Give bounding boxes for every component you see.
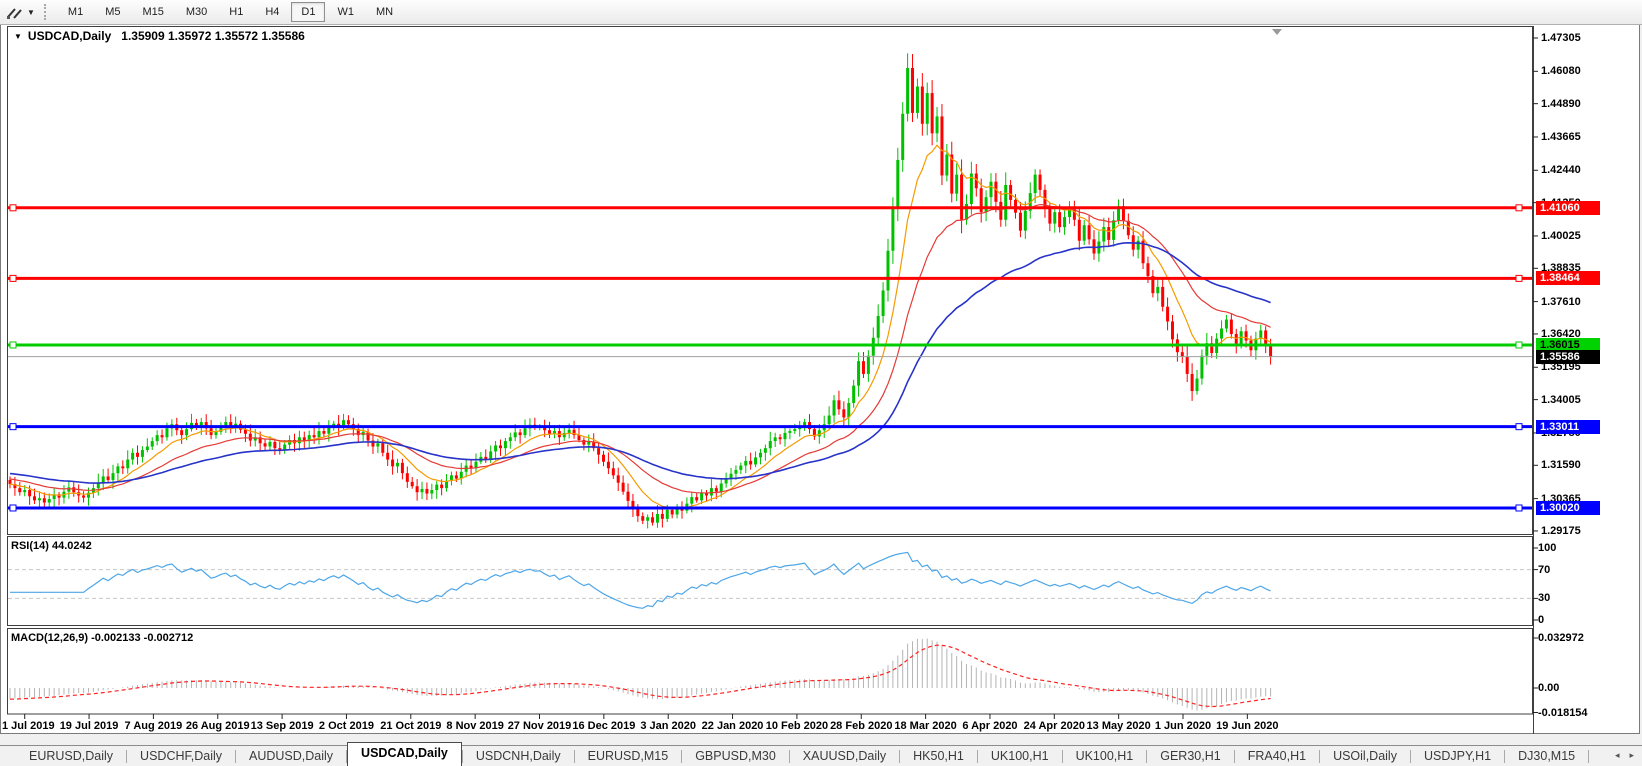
- rsi-header: RSI(14) 44.0242: [11, 540, 92, 552]
- tab-xauusd-daily[interactable]: XAUUSD,Daily: [790, 746, 899, 766]
- macd-tick-label: 0.032972: [1538, 632, 1584, 644]
- chart-quote-values: 1.35909 1.35972 1.35572 1.35586: [121, 29, 305, 43]
- timeframe-button-m30[interactable]: M30: [176, 2, 217, 22]
- pen-tool-glyph: [7, 7, 22, 19]
- tab-dj30-m15[interactable]: DJ30,M15: [1505, 746, 1588, 766]
- tabs-scroll-left-icon[interactable]: ◂: [1615, 750, 1620, 761]
- rsi-tick-label: 30: [1538, 592, 1551, 605]
- price-tick-label: 1.43665: [1541, 130, 1581, 143]
- tab-fra40-h1[interactable]: FRA40,H1: [1235, 746, 1319, 766]
- tabs-scroll-right-icon[interactable]: ▸: [1629, 750, 1634, 761]
- price-tick-label: 1.42440: [1541, 164, 1581, 177]
- timeframe-buttons: M1 M5 M15 M30 H1 H4 D1 W1 MN: [57, 2, 404, 22]
- tab-gbpusd-m30[interactable]: GBPUSD,M30: [682, 746, 789, 766]
- tab-usoil-daily[interactable]: USOil,Daily: [1320, 746, 1410, 766]
- timeframe-button-m15[interactable]: M15: [132, 2, 173, 22]
- price-badge-1.35586: 1.35586: [1536, 349, 1600, 364]
- timeframe-button-h1[interactable]: H1: [219, 2, 253, 22]
- rsi-tick-label: 100: [1538, 542, 1557, 554]
- chart-window[interactable]: [0, 24, 1640, 734]
- price-tick-label: 1.44890: [1541, 97, 1581, 110]
- price-tick-label: 1.31590: [1541, 459, 1581, 472]
- tab-uk100-h1[interactable]: UK100,H1: [978, 746, 1062, 766]
- price-badge-1.33011: 1.33011: [1536, 419, 1600, 434]
- price-badge-1.30020: 1.30020: [1536, 500, 1600, 515]
- timeframe-button-w1[interactable]: W1: [327, 2, 364, 22]
- tab-usdjpy-h1[interactable]: USDJPY,H1: [1411, 746, 1504, 766]
- tab-eurusd-m15[interactable]: EURUSD,M15: [575, 746, 682, 766]
- timeframe-button-m1[interactable]: M1: [58, 2, 93, 22]
- tab-hk50-h1[interactable]: HK50,H1: [900, 746, 977, 766]
- timeframe-button-d1[interactable]: D1: [291, 2, 326, 22]
- price-tick-label: 1.47305: [1541, 32, 1581, 44]
- price-badge-1.41060: 1.41060: [1536, 200, 1600, 215]
- macd-tick-label: 0.00: [1538, 682, 1560, 694]
- rsi-tick-label: 70: [1538, 563, 1551, 576]
- tab-usdchf-daily[interactable]: USDCHF,Daily: [127, 746, 235, 766]
- tab-usdcad-daily[interactable]: USDCAD,Daily: [347, 742, 462, 766]
- price-tick-label: 1.40025: [1541, 229, 1581, 242]
- tab-eurusd-daily[interactable]: EURUSD,Daily: [16, 746, 126, 766]
- tab-ger30-h1[interactable]: GER30,H1: [1147, 746, 1233, 766]
- tab-audusd-daily[interactable]: AUDUSD,Daily: [236, 746, 346, 766]
- timeframe-button-h4[interactable]: H4: [255, 2, 289, 22]
- price-tick-label: 1.29175: [1541, 524, 1581, 537]
- timeframe-button-mn[interactable]: MN: [366, 2, 403, 22]
- chart-title: ▼ USDCAD,Daily 1.35909 1.35972 1.35572 1…: [14, 29, 305, 43]
- timeframe-button-m5[interactable]: M5: [95, 2, 130, 22]
- drawing-tool-icon[interactable]: ▼: [3, 4, 38, 21]
- tool-dropdown-caret-icon[interactable]: ▼: [27, 8, 35, 17]
- date-label: 19 Jun 2020: [1216, 720, 1279, 732]
- tab-separator: [1588, 749, 1590, 763]
- toolbar-grip[interactable]: [43, 4, 50, 20]
- rsi-tick-label: 0: [1538, 614, 1545, 626]
- toolbar: ▼ M1 M5 M15 M30 H1 H4 D1 W1 MN: [0, 0, 1642, 25]
- price-tick-label: 1.37610: [1541, 295, 1581, 308]
- tab-uk100-h1[interactable]: UK100,H1: [1063, 746, 1147, 766]
- chart-menu-caret-icon[interactable]: ▼: [14, 32, 22, 41]
- chart-symbol-label: USDCAD,Daily: [27, 29, 112, 43]
- price-tick-label: 1.46080: [1541, 65, 1581, 78]
- macd-header: MACD(12,26,9) -0.002133 -0.002712: [11, 632, 194, 644]
- macd-tick-label: -0.018154: [1538, 706, 1588, 719]
- tab-usdcnh-daily[interactable]: USDCNH,Daily: [463, 746, 574, 766]
- price-badge-1.38464: 1.38464: [1536, 271, 1600, 286]
- price-tick-label: 1.34005: [1541, 393, 1581, 406]
- chart-tabs: EURUSD,Daily USDCHF,Daily AUDUSD,Daily USDC…: [0, 742, 1642, 766]
